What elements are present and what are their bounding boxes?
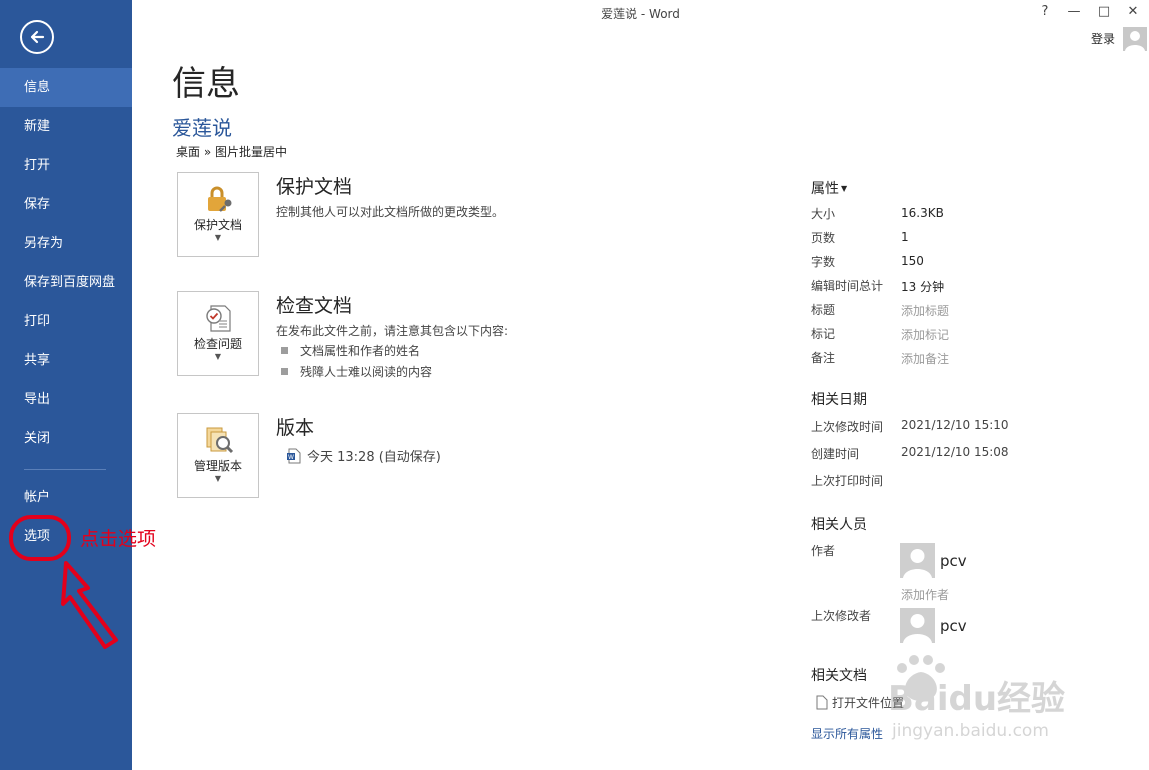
prop-value-edit-time: 13 分钟 (901, 280, 945, 294)
nav-item-save[interactable]: 保存 (0, 185, 132, 224)
last-modified-name[interactable]: pcv (940, 617, 967, 635)
file-icon (816, 695, 828, 710)
inspect-document-icon (206, 305, 231, 332)
nav-item-print[interactable]: 打印 (0, 302, 132, 341)
protect-description: 控制其他人可以对此文档所做的更改类型。 (276, 205, 505, 219)
manage-versions-icon (206, 427, 234, 454)
baidu-jingyan-watermark: Baidu经验 jingyan.baidu.com (888, 655, 1065, 741)
word-document-icon: W (287, 448, 301, 464)
protect-document-button[interactable]: 保护文档 ▼ (177, 172, 259, 257)
prop-label-comments: 备注 (811, 351, 836, 365)
nav-divider (24, 469, 106, 470)
nav-item-save-to-baidu[interactable]: 保存到百度网盘 (0, 263, 132, 302)
date-label-printed: 上次打印时间 (811, 474, 884, 488)
document-path: 桌面 » 图片批量居中 (176, 145, 287, 159)
manage-versions-label: 管理版本 (193, 459, 242, 473)
protect-button-label: 保护文档 (193, 218, 242, 232)
author-name[interactable]: pcv (940, 552, 967, 570)
date-value-modified: 2021/12/10 15:10 (901, 418, 1009, 432)
add-title-field[interactable]: 添加标题 (901, 302, 949, 319)
maximize-button[interactable]: □ (1093, 4, 1115, 22)
page-title: 信息 (172, 64, 240, 104)
version-entry-text: 今天 13:28 (自动保存) (307, 450, 441, 465)
bullet-square-icon (281, 368, 288, 375)
date-value-created: 2021/12/10 15:08 (901, 445, 1009, 459)
title-bar: 爱莲说 - Word (132, 0, 1149, 28)
manage-versions-button[interactable]: 管理版本 ▼ (177, 413, 259, 498)
lock-key-icon (208, 186, 232, 212)
caret-down-icon: ▼ (214, 474, 222, 483)
properties-header-label: 属性 (811, 181, 839, 197)
caret-down-icon: ▼ (841, 184, 848, 193)
properties-header[interactable]: 属性 ▼ (811, 178, 847, 198)
bullet-square-icon (281, 347, 288, 354)
backstage-nav: 信息 新建 打开 保存 另存为 保存到百度网盘 打印 共享 导出 关闭 (0, 68, 132, 458)
last-modified-avatar-icon[interactable] (900, 608, 935, 643)
prop-label-size: 大小 (811, 207, 836, 221)
nav-item-export[interactable]: 导出 (0, 380, 132, 419)
annotation-circle (9, 515, 71, 561)
svg-text:W: W (288, 454, 294, 461)
show-all-properties-link[interactable]: 显示所有属性 (811, 725, 883, 742)
add-comments-field[interactable]: 添加备注 (901, 350, 949, 367)
related-people-header: 相关人员 (811, 517, 867, 533)
add-author-field[interactable]: 添加作者 (901, 586, 949, 603)
nav-item-info[interactable]: 信息 (0, 68, 132, 107)
related-docs-header: 相关文档 (811, 668, 867, 684)
version-entry[interactable]: W 今天 13:28 (自动保存) (287, 446, 441, 465)
inspect-description: 在发布此文件之前，请注意其包含以下内容: (276, 324, 509, 338)
check-issues-label: 检查问题 (193, 337, 242, 351)
check-issues-button[interactable]: 检查问题 ▼ (177, 291, 259, 376)
svg-text:jingyan.baidu.com: jingyan.baidu.com (891, 721, 1049, 741)
last-modified-by-label: 上次修改者 (811, 609, 872, 623)
inspect-bullet: 文档属性和作者的姓名 (281, 342, 420, 359)
back-button[interactable] (20, 20, 54, 54)
prop-label-tags: 标记 (811, 327, 836, 341)
protect-title: 保护文档 (276, 176, 353, 198)
prop-value-pages: 1 (901, 230, 909, 244)
help-button[interactable]: ? (1034, 4, 1056, 22)
author-label: 作者 (811, 544, 836, 558)
inspect-bullet-text: 残障人士难以阅读的内容 (300, 365, 433, 379)
nav-item-new[interactable]: 新建 (0, 107, 132, 146)
nav-item-save-as[interactable]: 另存为 (0, 224, 132, 263)
date-label-modified: 上次修改时间 (811, 420, 884, 434)
inspect-title: 检查文档 (276, 295, 353, 317)
nav-item-open[interactable]: 打开 (0, 146, 132, 185)
versions-title: 版本 (276, 417, 315, 439)
prop-value-size: 16.3KB (901, 206, 944, 220)
back-arrow-icon (30, 30, 45, 44)
inspect-bullet-text: 文档属性和作者的姓名 (300, 344, 421, 358)
nav-item-account[interactable]: 帐户 (0, 478, 132, 517)
user-avatar-icon[interactable] (1123, 27, 1147, 51)
related-dates-header: 相关日期 (811, 392, 867, 408)
inspect-bullet: 残障人士难以阅读的内容 (281, 363, 432, 380)
caret-down-icon: ▼ (214, 352, 222, 361)
prop-label-words: 字数 (811, 255, 836, 269)
close-button[interactable]: ✕ (1122, 4, 1144, 22)
date-label-created: 创建时间 (811, 447, 860, 461)
prop-value-words: 150 (901, 254, 924, 268)
caret-down-icon: ▼ (214, 233, 222, 242)
annotation-text: 点击选项 (80, 528, 157, 550)
add-tags-field[interactable]: 添加标记 (901, 326, 949, 343)
prop-label-title: 标题 (811, 303, 836, 317)
nav-item-share[interactable]: 共享 (0, 341, 132, 380)
backstage-sidebar: 信息 新建 打开 保存 另存为 保存到百度网盘 打印 共享 导出 关闭 帐户 选… (0, 0, 132, 770)
login-link[interactable]: 登录 (1091, 30, 1115, 47)
prop-label-edit-time: 编辑时间总计 (811, 279, 884, 293)
document-name: 爱莲说 (172, 116, 232, 140)
window-title: 爱莲说 - Word (601, 7, 680, 21)
minimize-button[interactable]: — (1063, 4, 1085, 22)
nav-item-close[interactable]: 关闭 (0, 419, 132, 458)
annotation-arrow-icon (61, 561, 118, 649)
svg-text:Baidu经验: Baidu经验 (888, 679, 1065, 719)
prop-label-pages: 页数 (811, 231, 836, 245)
author-avatar-icon[interactable] (900, 543, 935, 578)
